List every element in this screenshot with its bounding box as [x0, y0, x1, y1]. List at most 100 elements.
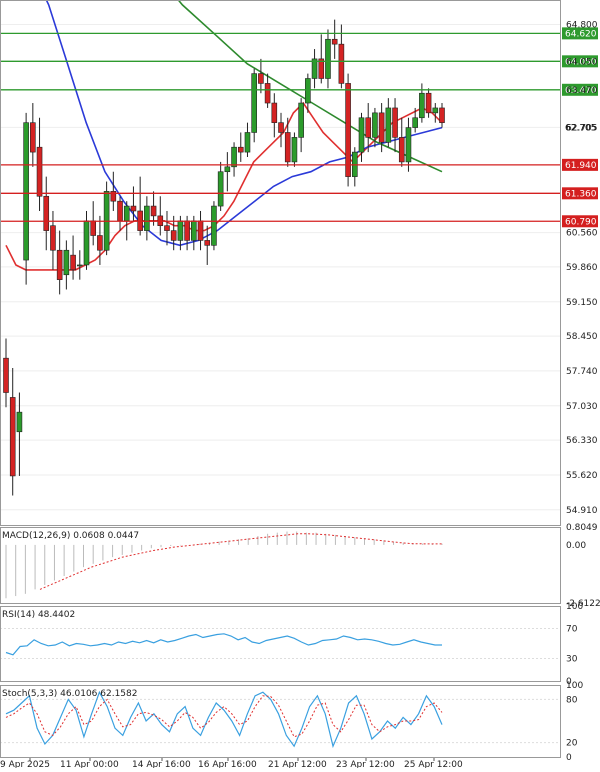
macd-tick-label: 0.8049: [566, 523, 598, 533]
candle-body: [177, 220, 184, 241]
stoch-d-line: [5, 695, 443, 738]
candle-body: [191, 220, 197, 241]
candle-body: [76, 264, 83, 267]
time-tick-label: 21 Apr 12:00: [268, 760, 327, 768]
candle-body: [30, 122, 36, 153]
price-tick-label: 60.560: [566, 229, 598, 239]
price-tick-label: 62.705: [566, 123, 598, 133]
candle-body: [50, 225, 56, 251]
stoch-tick-label: 20: [566, 739, 578, 749]
candle-body: [197, 220, 204, 241]
candle-body: [298, 102, 304, 138]
candle-body: [305, 78, 311, 104]
candle-body: [43, 195, 50, 231]
price-tick-label: 64.800: [566, 21, 598, 31]
candle-body: [358, 117, 365, 153]
price-grid: [0, 24, 560, 511]
stoch-panel: Stoch(5,3,3) 46.0106 62.1582 100 80 20 0: [0, 681, 583, 763]
candle-body: [70, 254, 76, 271]
macd-panel: MACD(12,26,9) 0.0608 0.04470.80490.00-2.…: [2, 523, 600, 609]
stoch-tick-label: 0: [566, 753, 572, 763]
price-tick-label: 54.910: [566, 506, 598, 516]
candle-body: [378, 112, 385, 143]
candle-body: [392, 107, 398, 138]
candle-body: [244, 132, 251, 153]
candle-body: [23, 122, 29, 261]
candle-body: [419, 92, 425, 119]
candle-body: [231, 146, 237, 168]
candle-body: [3, 357, 9, 393]
candle-body: [372, 112, 378, 138]
time-tick-label: 11 Apr 00:00: [60, 760, 119, 768]
rsi-line: [5, 633, 442, 656]
time-tick-label: 23 Apr 12:00: [336, 760, 395, 768]
time-tick-label: 9 Apr 2025: [0, 760, 50, 768]
candle-body: [412, 117, 418, 128]
candle-body: [338, 43, 345, 84]
candle-body: [345, 83, 351, 177]
price-tick-label: 57.740: [566, 367, 598, 377]
stoch-label: Stoch(5,3,3) 46.0106 62.1582: [2, 689, 137, 699]
price-tick-label: 59.150: [566, 298, 598, 308]
candle-body: [204, 240, 211, 246]
candle-body: [237, 146, 244, 153]
candle-body: [211, 205, 217, 246]
candle-body: [325, 38, 331, 79]
time-tick-label: 16 Apr 16:00: [198, 760, 257, 768]
candle-body: [224, 166, 231, 173]
price-axis: 64.800 64.050 63.470 62.705 60.560 59.860 59.1…: [566, 21, 598, 516]
candle-body: [217, 171, 224, 207]
candle-body: [90, 220, 96, 236]
time-tick-label: 14 Apr 16:00: [132, 760, 191, 768]
stoch-k-line: [5, 690, 443, 749]
candle-body: [264, 83, 271, 104]
candle-body: [432, 107, 439, 114]
macd-signal-line: [39, 533, 442, 590]
candle-body: [398, 137, 405, 163]
rsi-tick-label: 70: [566, 625, 578, 635]
candle-body: [365, 117, 372, 138]
candle-body: [291, 137, 298, 163]
stoch-tick-label: 100: [566, 681, 583, 691]
candle-body: [16, 411, 23, 433]
candle-body: [258, 73, 264, 84]
time-tick-label: 25 Apr 12:00: [404, 760, 463, 768]
price-tick-label: 64.050: [566, 57, 598, 67]
rsi-panel: RSI(14) 48.440210070300: [0, 602, 583, 687]
rsi-tick-label: 30: [566, 655, 578, 665]
price-tick-label: 55.620: [566, 471, 598, 481]
macd-tick-label: 0.00: [566, 541, 586, 551]
time-axis: 9 Apr 2025 11 Apr 00:00 14 Apr 16:00 16 Apr…: [0, 757, 463, 770]
candle-body: [164, 225, 170, 231]
price-tick-label: 63.470: [566, 86, 598, 96]
candle-body: [385, 107, 392, 143]
candle-body: [130, 205, 137, 212]
candle-body: [56, 249, 63, 280]
rsi-label: RSI(14) 48.4402: [2, 610, 75, 620]
candle-body: [278, 122, 284, 133]
level-label: 61.360: [565, 189, 597, 199]
chart-root: 64.620 64.050 63.470 61.940 61.360 60.790 62.7…: [0, 0, 600, 770]
candle-body: [284, 132, 291, 163]
candle-body: [184, 220, 190, 241]
candle-body: [439, 107, 445, 123]
chart-svg: 64.620 64.050 63.470 61.940 61.360 60.790 62.7…: [0, 0, 600, 770]
price-tick-label: 59.860: [566, 263, 598, 273]
candle-body: [331, 38, 338, 45]
candle-body: [405, 127, 412, 163]
level-label: 60.790: [565, 217, 597, 227]
candle-body: [97, 235, 103, 251]
candle-body: [144, 205, 150, 231]
candle-body: [117, 200, 123, 222]
candle-body: [63, 249, 70, 276]
price-tick-label: 56.330: [566, 436, 598, 446]
candle-body: [251, 73, 257, 133]
candle-body: [150, 205, 157, 217]
candles: [3, 19, 445, 496]
candle-body: [170, 230, 177, 241]
stoch-tick-label: 80: [566, 695, 578, 705]
level-label: 61.940: [565, 161, 597, 171]
candle-body: [83, 220, 90, 266]
price-tick-label: 58.450: [566, 332, 598, 342]
rsi-tick-label: 100: [566, 602, 583, 612]
